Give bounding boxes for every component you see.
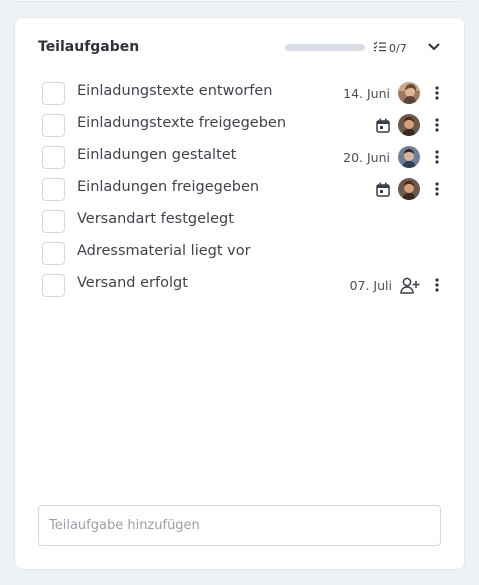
- subtask-label[interactable]: Einladungen freigegeben: [77, 179, 259, 195]
- previous-card-edge: [14, 0, 465, 2]
- subtask-row[interactable]: Adressmaterial liegt vor: [15, 237, 464, 269]
- subtask-row[interactable]: Versandart festgelegt: [15, 205, 464, 237]
- subtask-row[interactable]: Versand erfolgt 07. Juli: [15, 269, 464, 301]
- avatar[interactable]: [398, 178, 420, 200]
- panel-title: Teilaufgaben: [38, 39, 140, 55]
- subtask-meta: [376, 113, 444, 137]
- subtask-label[interactable]: Einladungstexte freigegeben: [77, 115, 286, 131]
- add-subtask-input[interactable]: [38, 505, 441, 546]
- due-date[interactable]: 14. Juni: [343, 86, 390, 101]
- avatar[interactable]: [398, 146, 420, 168]
- more-vertical-icon[interactable]: [430, 179, 444, 199]
- subtask-count: 0/7: [373, 40, 407, 56]
- more-vertical-icon[interactable]: [430, 83, 444, 103]
- subtask-row[interactable]: Einladungen gestaltet 20. Juni: [15, 141, 464, 173]
- subtask-meta: 14. Juni: [343, 81, 444, 105]
- subtask-row[interactable]: Einladungen freigegeben: [15, 173, 464, 205]
- subtask-checkbox[interactable]: [42, 178, 65, 201]
- subtask-label[interactable]: Versandart festgelegt: [77, 211, 234, 227]
- more-vertical-icon[interactable]: [430, 275, 444, 295]
- more-vertical-icon[interactable]: [430, 115, 444, 135]
- subtask-checkbox[interactable]: [42, 242, 65, 265]
- subtask-meta: [376, 177, 444, 201]
- avatar[interactable]: [398, 82, 420, 104]
- chevron-down-icon[interactable]: [426, 39, 442, 55]
- count-text: 0/7: [389, 41, 407, 55]
- calendar-icon[interactable]: [376, 182, 390, 197]
- more-vertical-icon[interactable]: [430, 147, 444, 167]
- subtask-label[interactable]: Versand erfolgt: [77, 275, 188, 291]
- checklist-icon: [373, 41, 386, 55]
- calendar-icon[interactable]: [376, 118, 390, 133]
- due-date[interactable]: 20. Juni: [343, 150, 390, 165]
- subtask-label[interactable]: Einladungen gestaltet: [77, 147, 236, 163]
- subtask-checkbox[interactable]: [42, 114, 65, 137]
- subtask-meta: 07. Juli: [350, 273, 444, 297]
- subtask-label[interactable]: Adressmaterial liegt vor: [77, 243, 251, 259]
- subtask-list: Einladungstexte entworfen 14. Juni Einladu…: [15, 77, 464, 301]
- panel-header: Teilaufgaben 0/7: [15, 18, 464, 76]
- subtask-row[interactable]: Einladungstexte entworfen 14. Juni: [15, 77, 464, 109]
- avatar[interactable]: [398, 114, 420, 136]
- subtask-checkbox[interactable]: [42, 82, 65, 105]
- subtask-meta: 20. Juni: [343, 145, 444, 169]
- subtasks-panel: Teilaufgaben 0/7 Einladungstexte entworf…: [14, 17, 465, 570]
- subtask-checkbox[interactable]: [42, 210, 65, 233]
- due-date[interactable]: 07. Juli: [350, 278, 392, 293]
- progress-bar: [285, 44, 365, 51]
- subtask-checkbox[interactable]: [42, 274, 65, 297]
- subtask-checkbox[interactable]: [42, 146, 65, 169]
- add-user-icon[interactable]: [400, 277, 420, 294]
- subtask-label[interactable]: Einladungstexte entworfen: [77, 83, 273, 99]
- subtask-row[interactable]: Einladungstexte freigegeben: [15, 109, 464, 141]
